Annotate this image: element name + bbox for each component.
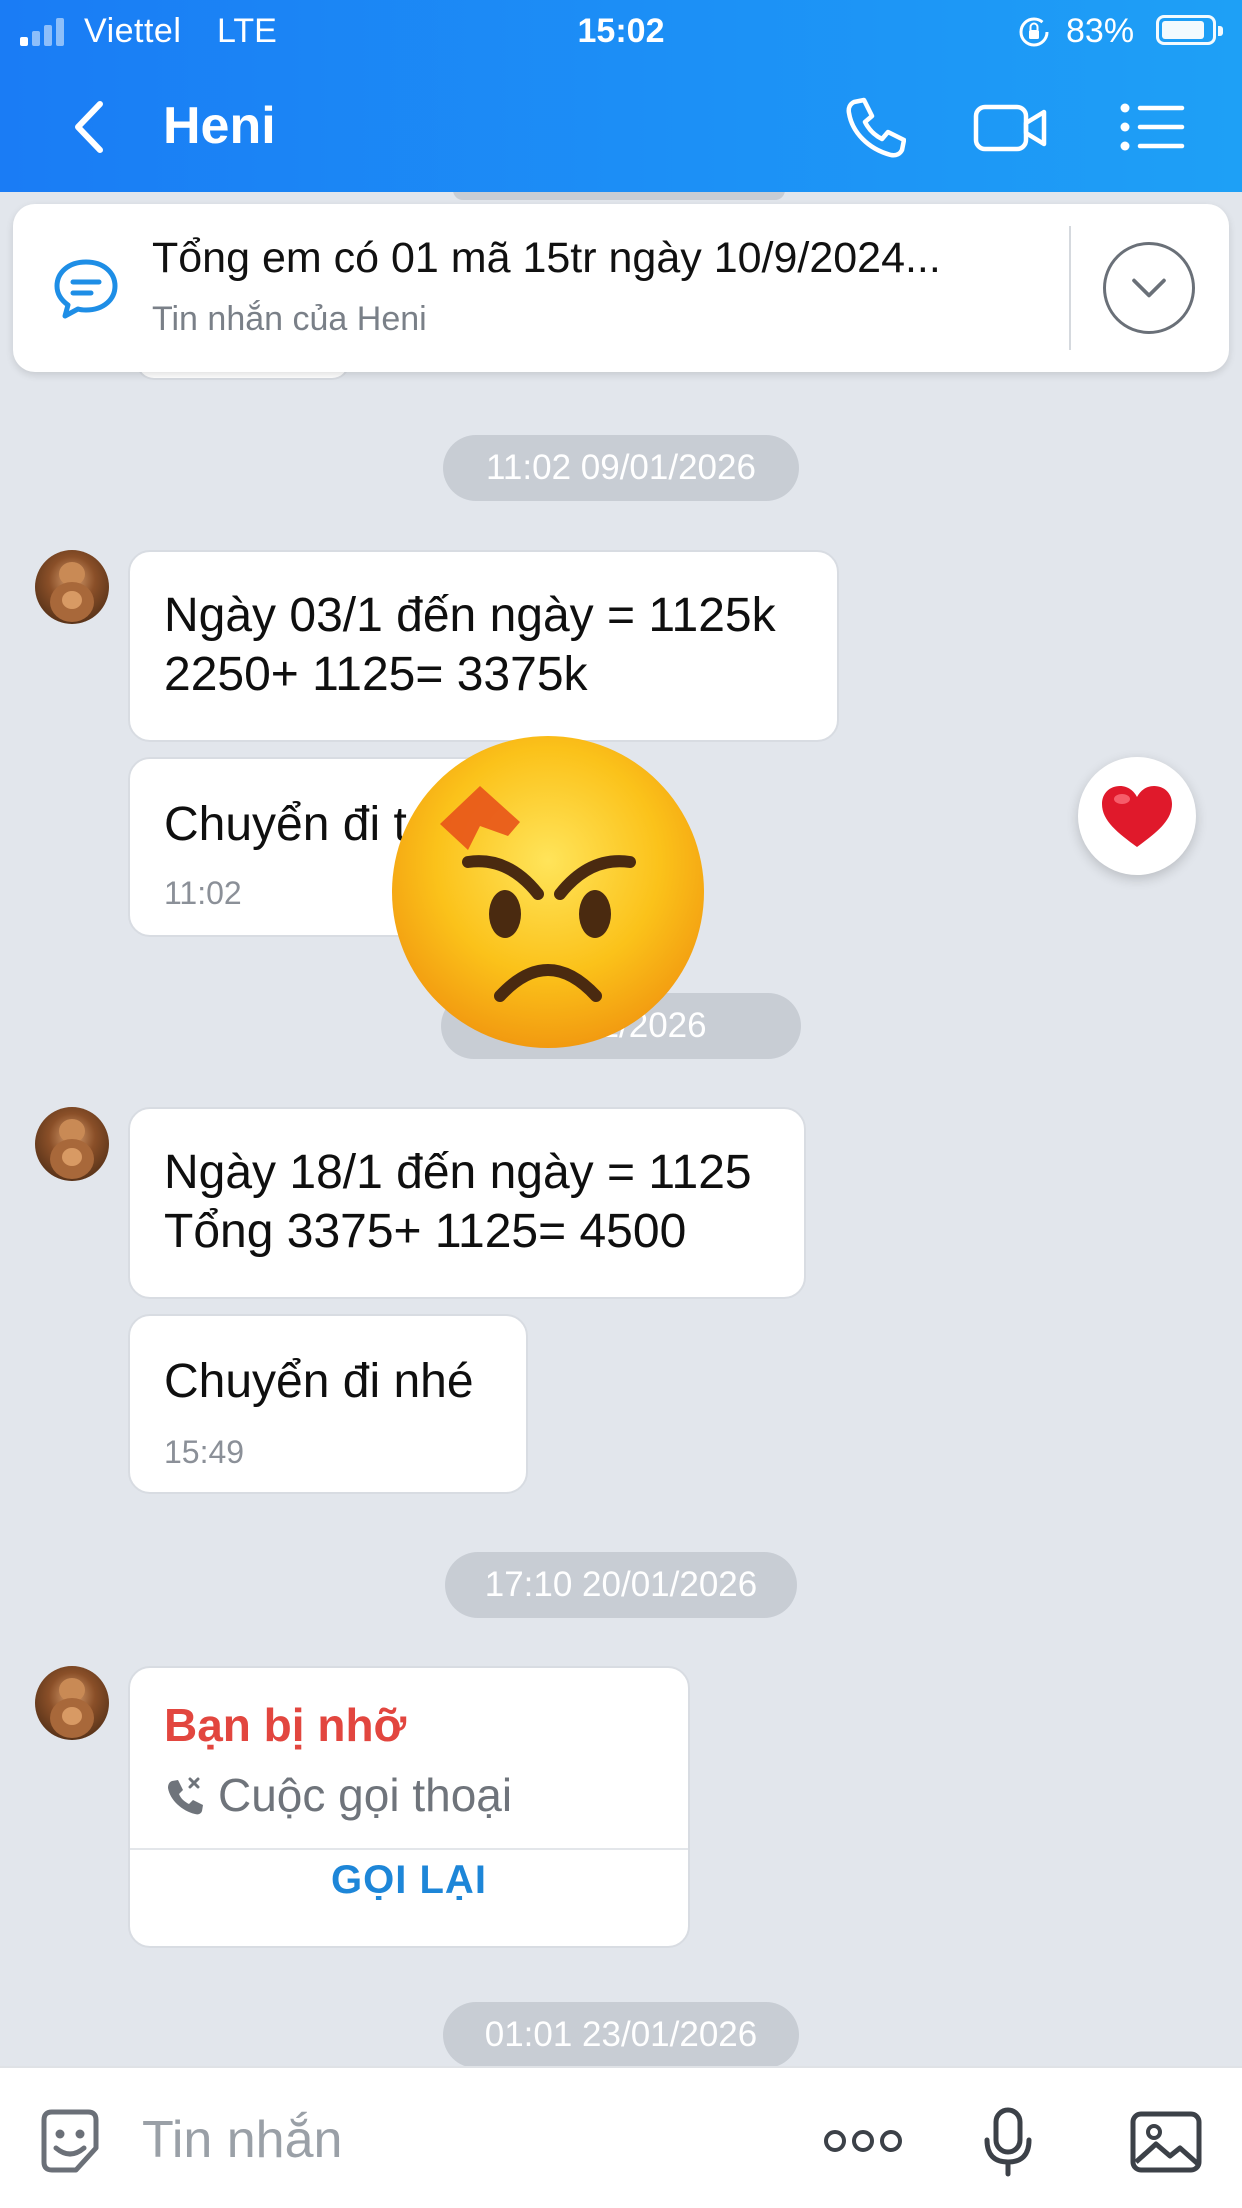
heart-icon: [1102, 786, 1172, 847]
message-input-bar: Tin nhắn: [0, 2066, 1242, 2208]
missed-call-icon: [168, 1777, 203, 1815]
avatar[interactable]: [35, 1666, 109, 1740]
more-icon[interactable]: [822, 2126, 904, 2156]
pinned-message-text: Tổng em có 01 mã 15tr ngày 10/9/2024...: [152, 234, 941, 282]
angry-face-emoji: [392, 736, 704, 1048]
menu-list-icon[interactable]: [1118, 94, 1188, 160]
message-line: 2250+ 1125= 3375k: [164, 648, 588, 701]
message-bubble[interactable]: Ngày 18/1 đến ngày = 1125 Tổng 3375+ 112…: [128, 1107, 806, 1299]
battery-percent: 83%: [1066, 12, 1135, 50]
phone-icon[interactable]: [840, 94, 906, 160]
heart-reaction-button[interactable]: [1078, 757, 1196, 875]
message-line: Ngày 03/1 đến ngày = 1125k: [164, 589, 776, 642]
pinned-message-bar[interactable]: Tổng em có 01 mã 15tr ngày 10/9/2024... …: [13, 204, 1229, 372]
top-bar: Viettel LTE 15:02 83% Heni: [0, 0, 1242, 192]
back-icon[interactable]: [64, 92, 114, 162]
rotation-lock-icon: [1019, 17, 1049, 47]
message-time: 15:49: [164, 1434, 245, 1470]
divider: [130, 1848, 688, 1850]
missed-call-title: Bạn bị nhỡ: [164, 1699, 407, 1751]
callback-button[interactable]: GỌI LẠI: [130, 1858, 688, 1903]
microphone-icon[interactable]: [982, 2106, 1034, 2180]
status-time: 15:02: [577, 12, 665, 50]
chat-header: Heni: [0, 62, 1242, 192]
missed-call-card: Bạn bị nhỡ Cuộc gọi thoại GỌI LẠI: [128, 1666, 690, 1948]
battery-icon: [1156, 15, 1223, 45]
divider: [1069, 226, 1071, 350]
message-bubble[interactable]: Ngày 03/1 đến ngày = 1125k 2250+ 1125= 3…: [128, 550, 839, 742]
image-icon[interactable]: [1128, 2106, 1204, 2178]
message-line: Tổng 3375+ 1125= 4500: [164, 1205, 687, 1258]
sticker-icon[interactable]: [34, 2106, 106, 2178]
message-time: 11:02: [164, 875, 242, 911]
pinned-message-subtitle: Tin nhắn của Heni: [152, 300, 427, 338]
status-bar: Viettel LTE 15:02 83%: [0, 0, 1242, 62]
date-chip: 11:02 09/01/2026: [443, 435, 799, 501]
missed-call-label: Cuộc gọi thoại: [218, 1769, 513, 1821]
message-line: Ngày 18/1 đến ngày = 1125: [164, 1146, 752, 1199]
chevron-down-icon[interactable]: [1103, 242, 1195, 334]
avatar[interactable]: [35, 550, 109, 624]
missed-call-row: Cuộc gọi thoại: [164, 1768, 512, 1822]
avatar[interactable]: [35, 1107, 109, 1181]
chat-title[interactable]: Heni: [163, 96, 276, 156]
message-input[interactable]: Tin nhắn: [142, 2110, 342, 2170]
message-icon: [54, 259, 118, 319]
date-chip: 01:01 23/01/2026: [443, 2002, 799, 2068]
video-call-icon[interactable]: [972, 94, 1050, 160]
message-bubble[interactable]: Chuyển đi nhé 15:49: [128, 1314, 528, 1494]
message-line: Chuyển đi nhé: [164, 1355, 474, 1408]
date-chip: 17:10 20/01/2026: [445, 1552, 797, 1618]
